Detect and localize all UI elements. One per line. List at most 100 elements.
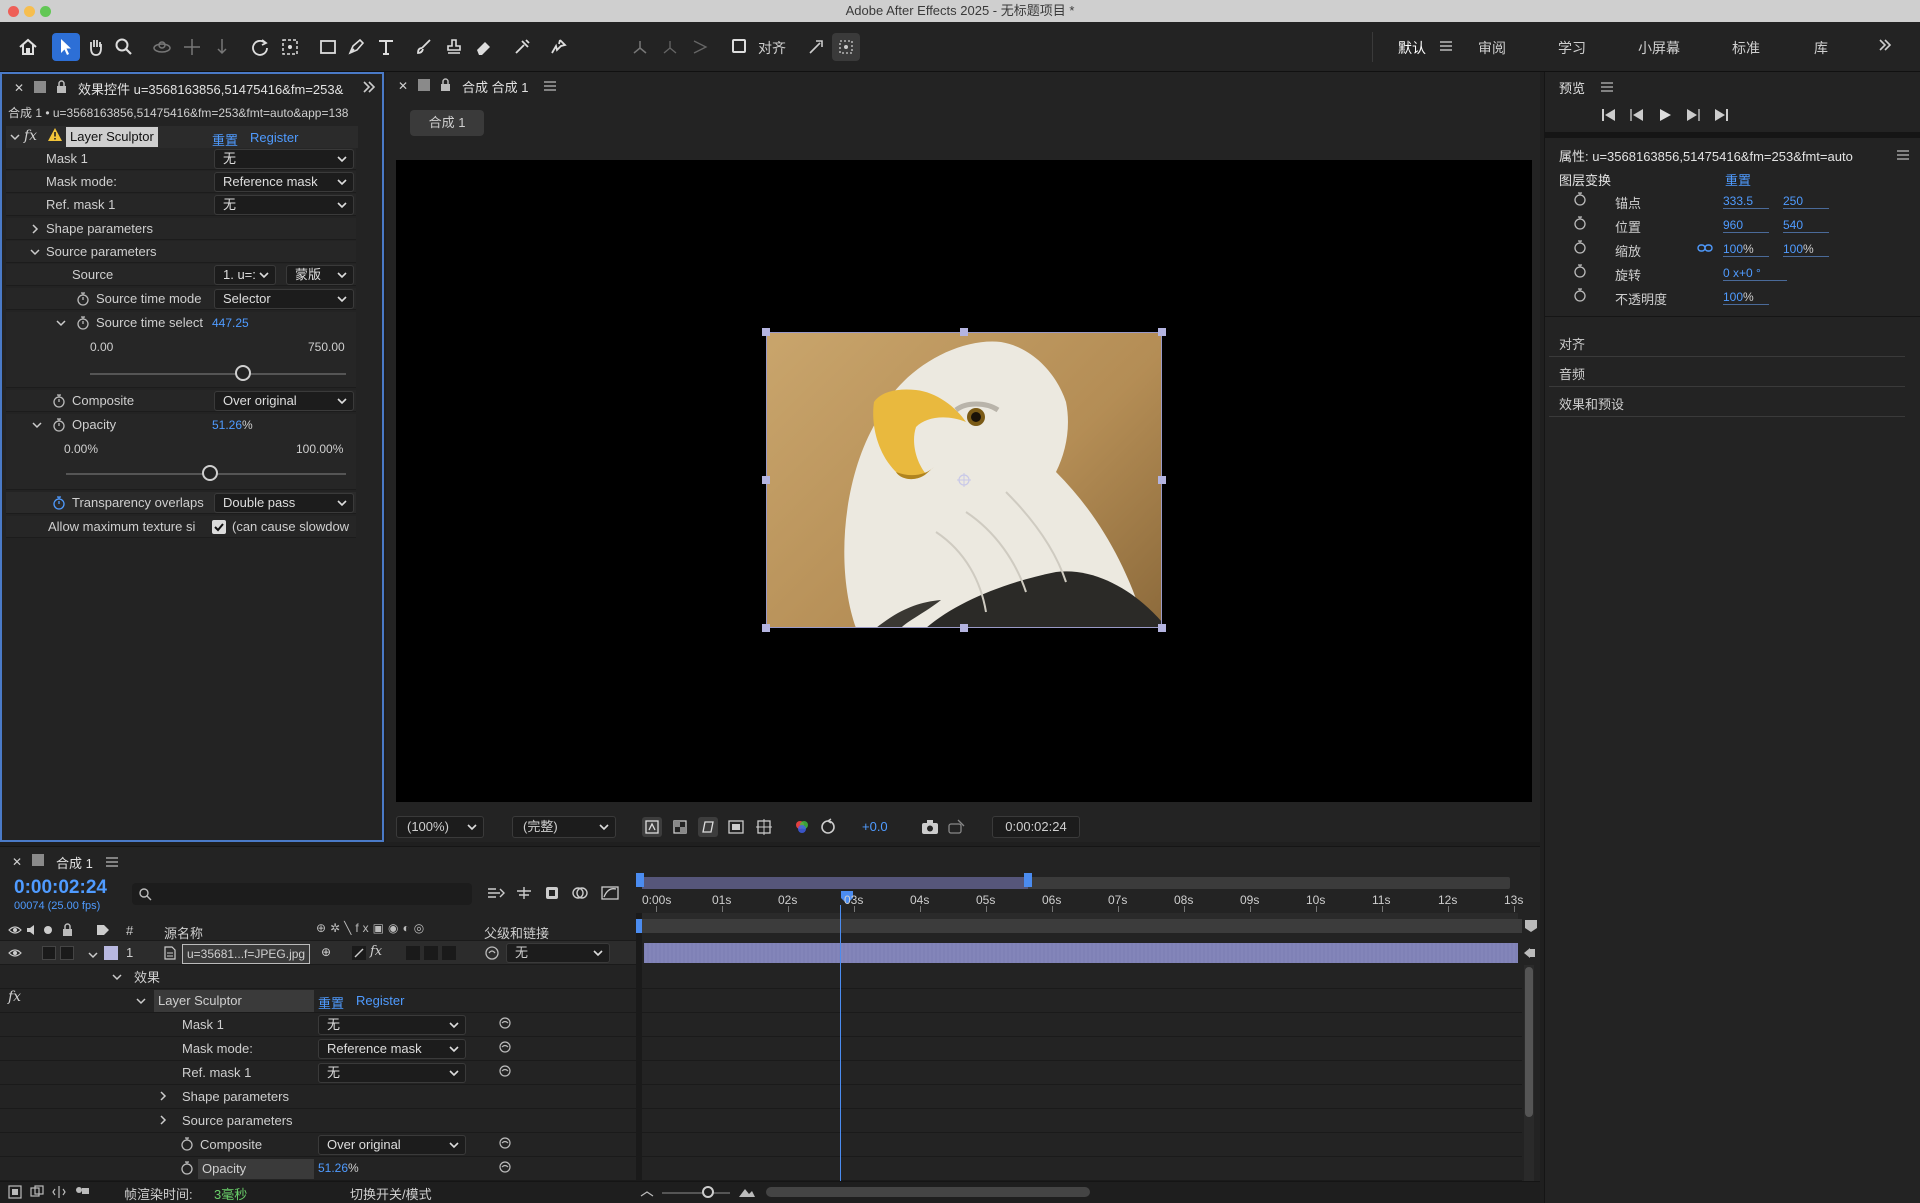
view-axis-icon[interactable] (686, 33, 714, 61)
solo-toggle[interactable] (42, 946, 56, 960)
puppet-pin-tool-icon[interactable] (544, 33, 572, 61)
timeline-effect-name[interactable]: Layer Sculptor (154, 990, 314, 1012)
effect-name[interactable]: Layer Sculptor (66, 127, 158, 147)
zoom-out-icon[interactable] (640, 1188, 654, 1198)
workspace-review[interactable]: 审阅 (1478, 38, 1506, 58)
chevron-down-icon[interactable] (136, 996, 146, 1006)
workspace-library[interactable]: 库 (1814, 38, 1828, 58)
effects-presets-section[interactable]: 效果和预设 (1559, 394, 1624, 413)
lock-icon[interactable] (440, 78, 451, 92)
transform-handle[interactable] (762, 476, 770, 484)
transparency-grid-icon[interactable] (670, 817, 690, 837)
stopwatch-icon[interactable] (180, 1137, 194, 1151)
rectangle-tool-icon[interactable] (314, 33, 342, 61)
comp-timecode[interactable]: 0:00:02:24 (992, 816, 1080, 838)
eye-icon[interactable] (8, 947, 22, 959)
workspace-learn[interactable]: 学习 (1558, 38, 1586, 58)
graph-editor-icon[interactable] (600, 885, 620, 901)
timeline-opacity-value[interactable]: 51.26 (318, 1161, 348, 1175)
workspace-default[interactable]: 默认 (1398, 38, 1426, 58)
timeline-shape-params[interactable]: Shape parameters (182, 1089, 289, 1104)
quality-switch-icon[interactable] (352, 946, 366, 960)
snap-checkbox[interactable] (732, 39, 746, 53)
timeline-composite-dropdown[interactable]: Over original (318, 1135, 466, 1155)
chevron-right-icon[interactable] (30, 224, 40, 234)
exposure-value[interactable]: +0.0 (862, 819, 888, 834)
scale-x-value[interactable]: 100 (1723, 242, 1743, 256)
type-tool-icon[interactable] (372, 33, 400, 61)
constrain-proportions-link-icon[interactable] (1697, 242, 1713, 254)
dolly-camera-icon[interactable] (208, 33, 236, 61)
clone-stamp-tool-icon[interactable] (440, 33, 468, 61)
parent-dropdown[interactable]: 无 (506, 943, 610, 963)
close-panel-icon[interactable]: ✕ (398, 79, 408, 93)
last-frame-icon[interactable] (1713, 108, 1729, 122)
stopwatch-icon[interactable] (1573, 264, 1587, 278)
stopwatch-active-icon[interactable] (52, 496, 66, 510)
timeline-ref-mask-dropdown[interactable]: 无 (318, 1063, 466, 1083)
timeline-tab-title[interactable]: 合成 1 (56, 853, 93, 872)
stopwatch-icon[interactable] (1573, 216, 1587, 230)
stopwatch-icon[interactable] (1573, 240, 1587, 254)
stopwatch-icon[interactable] (1573, 192, 1587, 206)
vertical-scrollbar-thumb[interactable] (1525, 967, 1533, 1117)
timeline-mask1-dropdown[interactable]: 无 (318, 1015, 466, 1035)
expression-pick-whip-icon[interactable] (498, 1136, 512, 1150)
transform-handle[interactable] (960, 328, 968, 336)
stopwatch-icon[interactable] (52, 394, 66, 408)
panel-menu-icon[interactable] (106, 857, 118, 867)
source-time-select-value[interactable]: 447.25 (212, 312, 249, 334)
rotate-tool-icon[interactable] (246, 33, 274, 61)
close-panel-icon[interactable]: ✕ (12, 855, 22, 869)
layer-name-field[interactable]: u=35681...f=JPEG.jpg (182, 944, 310, 964)
lock-toggle[interactable] (60, 946, 74, 960)
shape-parameters-group[interactable]: Shape parameters (46, 218, 153, 240)
pan-camera-icon[interactable] (178, 33, 206, 61)
play-icon[interactable] (1657, 108, 1673, 122)
opacity-prop-value[interactable]: 100 (1723, 290, 1743, 304)
source-time-slider-track[interactable] (90, 373, 346, 375)
position-y-value[interactable]: 540 (1783, 218, 1829, 233)
previous-frame-icon[interactable] (1629, 108, 1645, 122)
fast-previews-icon[interactable] (642, 817, 662, 837)
workspace-standard[interactable]: 标准 (1732, 38, 1760, 58)
frame-blending-icon[interactable] (570, 885, 590, 901)
hand-tool-icon[interactable] (82, 33, 110, 61)
fx-toggle-icon[interactable]: fx (8, 989, 21, 1005)
stopwatch-icon[interactable] (76, 316, 90, 330)
zoom-dropdown[interactable]: (100%) (396, 816, 484, 838)
layer-duration-bar[interactable] (644, 943, 1518, 963)
channels-icon[interactable] (792, 817, 812, 837)
hide-shy-layers-icon[interactable] (542, 885, 562, 901)
transform-handle[interactable] (960, 624, 968, 632)
snap-targets-icon[interactable] (832, 33, 860, 61)
work-area-bar[interactable] (636, 919, 1522, 933)
motion-blur-switch[interactable] (406, 946, 420, 960)
transform-handle[interactable] (762, 624, 770, 632)
zoom-window-button[interactable] (40, 6, 51, 17)
effect-reset-link[interactable]: 重置 (212, 130, 238, 149)
panel-menu-icon[interactable] (544, 81, 556, 91)
transform-handle[interactable] (1158, 328, 1166, 336)
fx-switch-icon[interactable]: fx (370, 944, 382, 959)
transform-reset-link[interactable]: 重置 (1725, 170, 1751, 189)
transform-handle[interactable] (762, 328, 770, 336)
position-x-value[interactable]: 960 (1723, 218, 1769, 233)
region-of-interest-icon[interactable] (726, 817, 746, 837)
transform-handle[interactable] (1158, 624, 1166, 632)
effect-register-link[interactable]: Register (250, 130, 298, 145)
brush-tool-icon[interactable] (410, 33, 438, 61)
source-parameters-group[interactable]: Source parameters (46, 241, 157, 263)
snapshot-camera-icon[interactable] (920, 817, 940, 837)
timeline-search-input[interactable] (132, 883, 472, 905)
transparency-overlaps-dropdown[interactable]: Double pass (214, 493, 354, 513)
layer-label-color[interactable] (104, 946, 118, 960)
source-mask-dropdown[interactable]: 蒙版 (286, 265, 354, 285)
audio-section[interactable]: 音频 (1559, 364, 1585, 383)
transfer-controls-toggle-icon[interactable] (30, 1185, 44, 1199)
draft-3d-icon[interactable] (514, 885, 534, 901)
comp-mini-flowchart-icon[interactable] (486, 885, 506, 901)
pan-behind-tool-icon[interactable] (276, 33, 304, 61)
fx-toggle-icon[interactable]: fx (24, 128, 37, 144)
horizontal-scrollbar[interactable] (766, 1187, 1090, 1197)
